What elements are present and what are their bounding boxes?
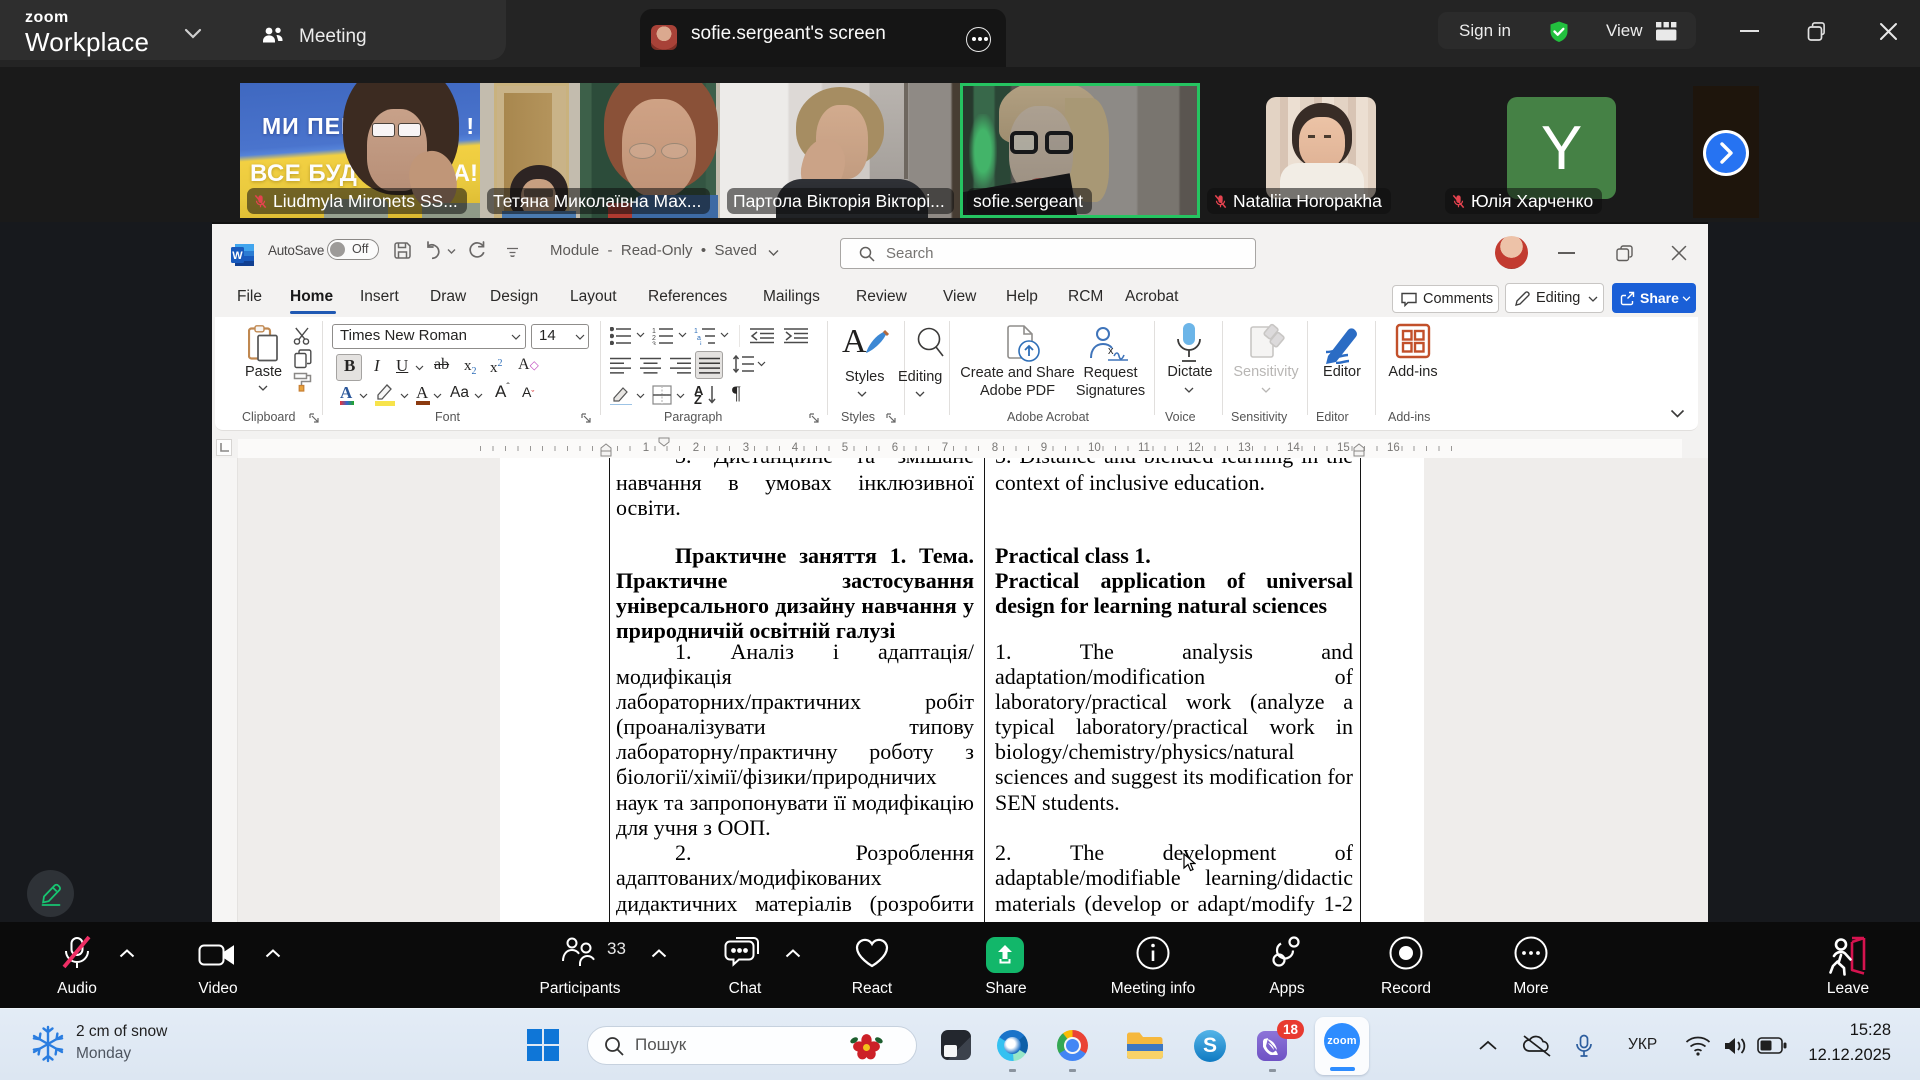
svg-text:W: W (232, 250, 243, 262)
svg-text:i: i (700, 342, 702, 346)
svg-text:1: 1 (694, 328, 698, 335)
svg-text:1: 1 (652, 328, 656, 335)
svg-text:x: x (1108, 345, 1114, 357)
svg-text:3: 3 (652, 342, 656, 346)
